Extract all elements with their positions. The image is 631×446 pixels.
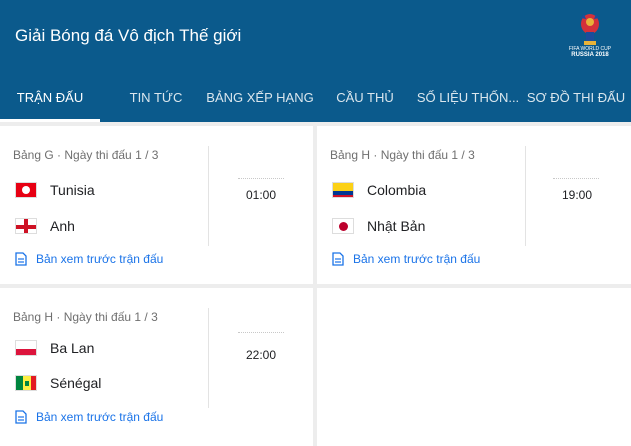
team-name: Colombia bbox=[367, 182, 427, 198]
senegal-flag-icon bbox=[15, 375, 37, 391]
empty-card-slot bbox=[317, 288, 631, 446]
poland-flag-icon bbox=[15, 340, 37, 356]
home-team: Tunisia bbox=[15, 180, 95, 200]
team-name: Tunisia bbox=[50, 182, 95, 198]
match-meta: Bảng H · Ngày thi đấu 1 / 3 bbox=[330, 148, 475, 162]
home-team: Colombia bbox=[332, 180, 426, 200]
away-team: Anh bbox=[15, 216, 75, 236]
logo-text-line2: RUSSIA 2018 bbox=[571, 52, 609, 58]
document-icon bbox=[15, 252, 27, 266]
match-meta: Bảng G · Ngày thi đấu 1 / 3 bbox=[13, 148, 159, 162]
match-card[interactable]: Bảng H · Ngày thi đấu 1 / 3 Ba Lan Sénég… bbox=[0, 288, 313, 446]
colombia-flag-icon bbox=[332, 182, 354, 198]
match-time: 01:00 bbox=[245, 188, 277, 202]
match-decoration bbox=[238, 178, 284, 182]
tab-matches[interactable]: TRẬN ĐẤU bbox=[0, 76, 100, 122]
tab-players-label: CẦU THỦ bbox=[336, 90, 394, 105]
preview-link[interactable]: Bản xem trước trận đấu bbox=[15, 410, 163, 424]
away-team: Nhật Bản bbox=[332, 216, 425, 236]
tab-stats[interactable]: SỐ LIỆU THỐN... bbox=[412, 76, 524, 122]
tab-matches-label: TRẬN ĐẤU bbox=[16, 90, 84, 105]
tunisia-flag-icon bbox=[15, 182, 37, 198]
match-decoration bbox=[553, 178, 599, 182]
match-card[interactable]: Bảng G · Ngày thi đấu 1 / 3 Tunisia Anh … bbox=[0, 126, 313, 284]
card-divider bbox=[525, 146, 526, 246]
tab-stats-label: SỐ LIỆU THỐN... bbox=[416, 90, 520, 105]
tab-news[interactable]: TIN TỨC bbox=[112, 76, 200, 122]
world-cup-logo: FIFA WORLD CUP RUSSIA 2018 bbox=[562, 10, 618, 64]
trophy-icon bbox=[581, 14, 599, 45]
document-icon bbox=[15, 410, 27, 424]
japan-flag-icon bbox=[332, 218, 354, 234]
match-meta: Bảng H · Ngày thi đấu 1 / 3 bbox=[13, 310, 158, 324]
card-divider bbox=[208, 308, 209, 408]
preview-link[interactable]: Bản xem trước trận đấu bbox=[15, 252, 163, 266]
match-decoration bbox=[238, 332, 284, 336]
match-grid: Bảng G · Ngày thi đấu 1 / 3 Tunisia Anh … bbox=[0, 122, 631, 446]
page-title: Giải Bóng đá Vô địch Thế giới bbox=[15, 26, 242, 45]
team-name: Nhật Bản bbox=[367, 218, 426, 234]
tab-bar: TRẬN ĐẤU TIN TỨC BẢNG XẾP HẠNG CẦU THỦ S… bbox=[0, 76, 631, 122]
tab-bracket[interactable]: SƠ ĐỒ THI ĐẤU bbox=[526, 76, 626, 122]
team-name: Anh bbox=[50, 218, 75, 234]
document-icon bbox=[332, 252, 344, 266]
tab-bracket-label: SƠ ĐỒ THI ĐẤU bbox=[526, 90, 626, 105]
tab-standings-label: BẢNG XẾP HẠNG bbox=[206, 90, 314, 105]
preview-link-label: Bản xem trước trận đấu bbox=[353, 252, 481, 266]
preview-link-label: Bản xem trước trận đấu bbox=[36, 252, 164, 266]
team-name: Ba Lan bbox=[50, 340, 95, 356]
preview-link[interactable]: Bản xem trước trận đấu bbox=[332, 252, 480, 266]
tab-standings[interactable]: BẢNG XẾP HẠNG bbox=[204, 76, 316, 122]
home-team: Ba Lan bbox=[15, 338, 94, 358]
card-divider bbox=[208, 146, 209, 246]
away-team: Sénégal bbox=[15, 373, 101, 393]
match-time: 22:00 bbox=[245, 348, 277, 362]
preview-link-label: Bản xem trước trận đấu bbox=[36, 410, 164, 424]
tab-news-label: TIN TỨC bbox=[129, 90, 183, 105]
team-name: Sénégal bbox=[50, 375, 102, 391]
match-time: 19:00 bbox=[561, 188, 593, 202]
app-header: Giải Bóng đá Vô địch Thế giới FIFA WORLD… bbox=[0, 0, 631, 122]
england-flag-icon bbox=[15, 218, 37, 234]
tab-players[interactable]: CẦU THỦ bbox=[326, 76, 404, 122]
match-card[interactable]: Bảng H · Ngày thi đấu 1 / 3 Colombia Nhậ… bbox=[317, 126, 631, 284]
